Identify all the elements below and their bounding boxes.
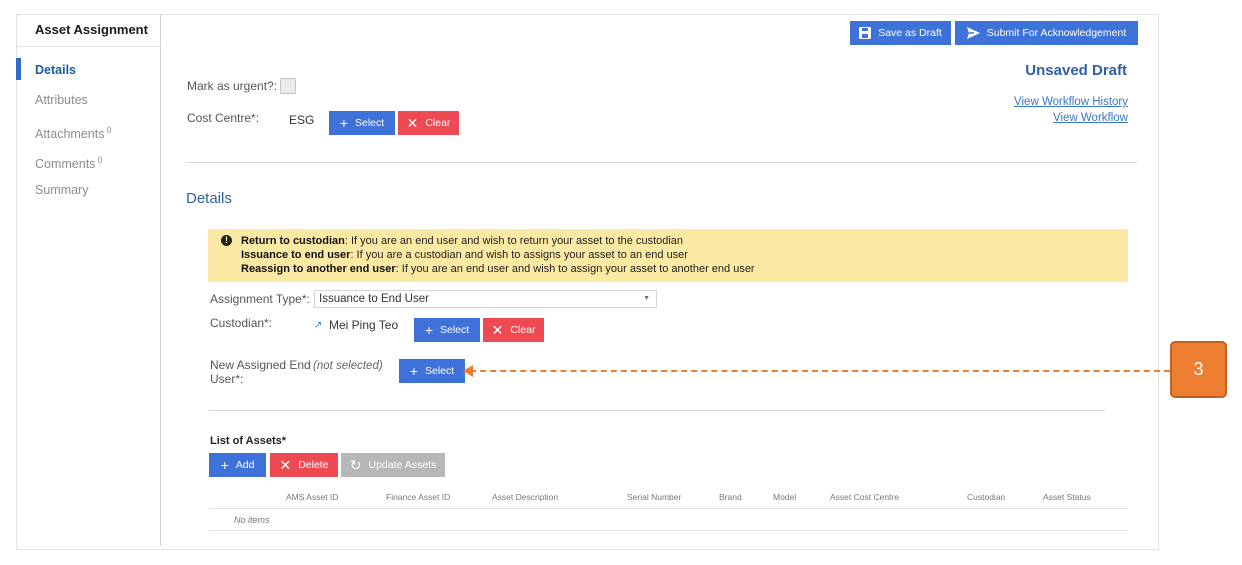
urgent-checkbox[interactable] bbox=[280, 78, 296, 94]
details-section-title: Details bbox=[186, 190, 232, 207]
sidebar-item-attributes[interactable]: Attributes bbox=[16, 86, 161, 116]
empty-table-text: No items bbox=[234, 515, 270, 525]
column-header[interactable]: Custodian bbox=[967, 492, 1005, 502]
urgent-label: Mark as urgent?: bbox=[187, 79, 278, 93]
clear-label: Clear bbox=[425, 117, 451, 129]
column-header[interactable]: AMS Asset ID bbox=[286, 492, 338, 502]
header-divider bbox=[16, 46, 161, 47]
table-row: No items bbox=[209, 509, 1128, 531]
column-header[interactable]: Brand bbox=[719, 492, 742, 502]
clear-label: Clear bbox=[510, 324, 536, 336]
sidebar-item-attachments[interactable]: Attachments 0 bbox=[16, 116, 161, 146]
plus-icon: + bbox=[409, 363, 418, 379]
attachments-count: 0 bbox=[106, 125, 112, 135]
view-workflow-history-link[interactable]: View Workflow History bbox=[1014, 96, 1128, 108]
select-label: Select bbox=[440, 324, 470, 336]
end-user-value: (not selected) bbox=[313, 360, 383, 372]
sidebar-item-comments[interactable]: Comments 0 bbox=[16, 146, 161, 176]
close-icon: ✕ bbox=[491, 322, 504, 338]
end-user-label: New Assigned End User*: bbox=[210, 358, 311, 386]
sidebar-item-label: Attachments bbox=[35, 127, 105, 142]
sidebar-item-label: Comments bbox=[35, 157, 96, 172]
end-user-select-button[interactable]: + Select bbox=[399, 359, 465, 383]
draft-status: Unsaved Draft bbox=[1025, 62, 1127, 79]
refresh-icon: ↻ bbox=[349, 457, 362, 473]
list-of-assets-title: List of Assets* bbox=[210, 435, 287, 447]
assignment-type-select[interactable]: Issuance to End User ▼ bbox=[314, 290, 657, 308]
send-icon bbox=[966, 27, 980, 39]
sidebar-nav: Details Attributes Attachments 0 Comments… bbox=[16, 56, 161, 206]
external-link-icon: ↗ bbox=[314, 320, 323, 331]
callout-badge: 3 bbox=[1170, 341, 1227, 398]
column-header[interactable]: Asset Description bbox=[492, 492, 558, 502]
callout-arrow-line bbox=[470, 370, 1170, 372]
add-asset-button[interactable]: + Add bbox=[209, 453, 266, 477]
submit-label: Submit For Acknowledgement bbox=[986, 27, 1127, 39]
select-label: Select bbox=[355, 117, 385, 129]
update-assets-button[interactable]: ↻ Update Assets bbox=[341, 453, 445, 477]
delete-asset-button[interactable]: ✕ Delete bbox=[270, 453, 338, 477]
save-as-draft-label: Save as Draft bbox=[878, 27, 942, 39]
sidebar-item-summary[interactable]: Summary bbox=[16, 176, 161, 206]
plus-icon: + bbox=[220, 457, 229, 473]
close-icon: ✕ bbox=[279, 457, 292, 473]
section-divider bbox=[186, 162, 1137, 163]
column-header[interactable]: Asset Status bbox=[1043, 492, 1091, 502]
cost-centre-value: ESG bbox=[289, 113, 315, 127]
save-as-draft-button[interactable]: Save as Draft bbox=[850, 21, 951, 45]
delete-label: Delete bbox=[298, 459, 329, 471]
view-workflow-link[interactable]: View Workflow bbox=[1053, 112, 1128, 124]
sidebar-item-details[interactable]: Details bbox=[16, 56, 161, 86]
custodian-select-button[interactable]: + Select bbox=[414, 318, 480, 342]
assets-table-header: AMS Asset ID Finance Asset ID Asset Desc… bbox=[209, 491, 1128, 509]
callout-arrow-head bbox=[463, 365, 473, 377]
chevron-down-icon: ▼ bbox=[643, 295, 650, 302]
column-header[interactable]: Model bbox=[773, 492, 796, 502]
assignment-type-notice: ! Return to custodian: If you are an end… bbox=[208, 229, 1128, 282]
close-icon: ✕ bbox=[406, 115, 419, 131]
alert-icon: ! bbox=[221, 235, 232, 246]
cost-centre-label: Cost Centre*: bbox=[187, 111, 260, 125]
sidebar-item-label: Attributes bbox=[35, 93, 88, 107]
app-frame bbox=[16, 14, 1159, 550]
custodian-value[interactable]: Mei Ping Teo bbox=[329, 318, 398, 332]
save-icon bbox=[859, 27, 872, 39]
sidebar-item-label: Summary bbox=[35, 183, 89, 197]
notice-line: Return to custodian: If you are an end u… bbox=[241, 235, 684, 247]
section-divider bbox=[209, 410, 1105, 411]
cost-centre-select-button[interactable]: + Select bbox=[329, 111, 395, 135]
cost-centre-clear-button[interactable]: ✕ Clear bbox=[398, 111, 459, 135]
column-header[interactable]: Asset Cost Centre bbox=[830, 492, 899, 502]
custodian-clear-button[interactable]: ✕ Clear bbox=[483, 318, 544, 342]
assignment-type-label: Assignment Type*: bbox=[210, 292, 310, 306]
add-label: Add bbox=[235, 459, 255, 471]
column-header[interactable]: Finance Asset ID bbox=[386, 492, 450, 502]
notice-line: Reassign to another end user: If you are… bbox=[241, 263, 755, 275]
sidebar-item-label: Details bbox=[35, 63, 76, 77]
select-label: Select bbox=[425, 365, 455, 377]
custodian-label: Custodian*: bbox=[210, 316, 273, 330]
update-assets-label: Update Assets bbox=[368, 459, 437, 471]
plus-icon: + bbox=[424, 322, 433, 338]
plus-icon: + bbox=[339, 115, 348, 131]
app-title: Asset Assignment bbox=[35, 22, 148, 37]
submit-for-acknowledgement-button[interactable]: Submit For Acknowledgement bbox=[955, 21, 1138, 45]
notice-line: Issuance to end user: If you are a custo… bbox=[241, 249, 688, 261]
assignment-type-value: Issuance to End User bbox=[319, 293, 429, 305]
comments-count: 0 bbox=[97, 155, 103, 165]
column-header[interactable]: Serial Number bbox=[627, 492, 681, 502]
